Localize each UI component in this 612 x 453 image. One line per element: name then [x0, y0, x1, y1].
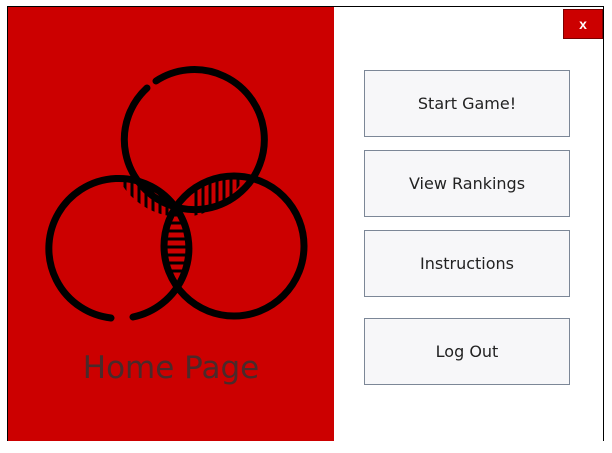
- left-panel: Home Page: [8, 7, 334, 441]
- instructions-button[interactable]: Instructions: [364, 230, 570, 297]
- log-out-button[interactable]: Log Out: [364, 318, 570, 385]
- view-rankings-button[interactable]: View Rankings: [364, 150, 570, 217]
- interlocking-rings-logo-icon: [45, 66, 308, 322]
- start-game-button[interactable]: Start Game!: [364, 70, 570, 137]
- home-window: Home Page x Start Game! View Rankings In…: [7, 6, 604, 441]
- close-button[interactable]: x: [563, 9, 603, 39]
- page-title: Home Page: [82, 350, 260, 386]
